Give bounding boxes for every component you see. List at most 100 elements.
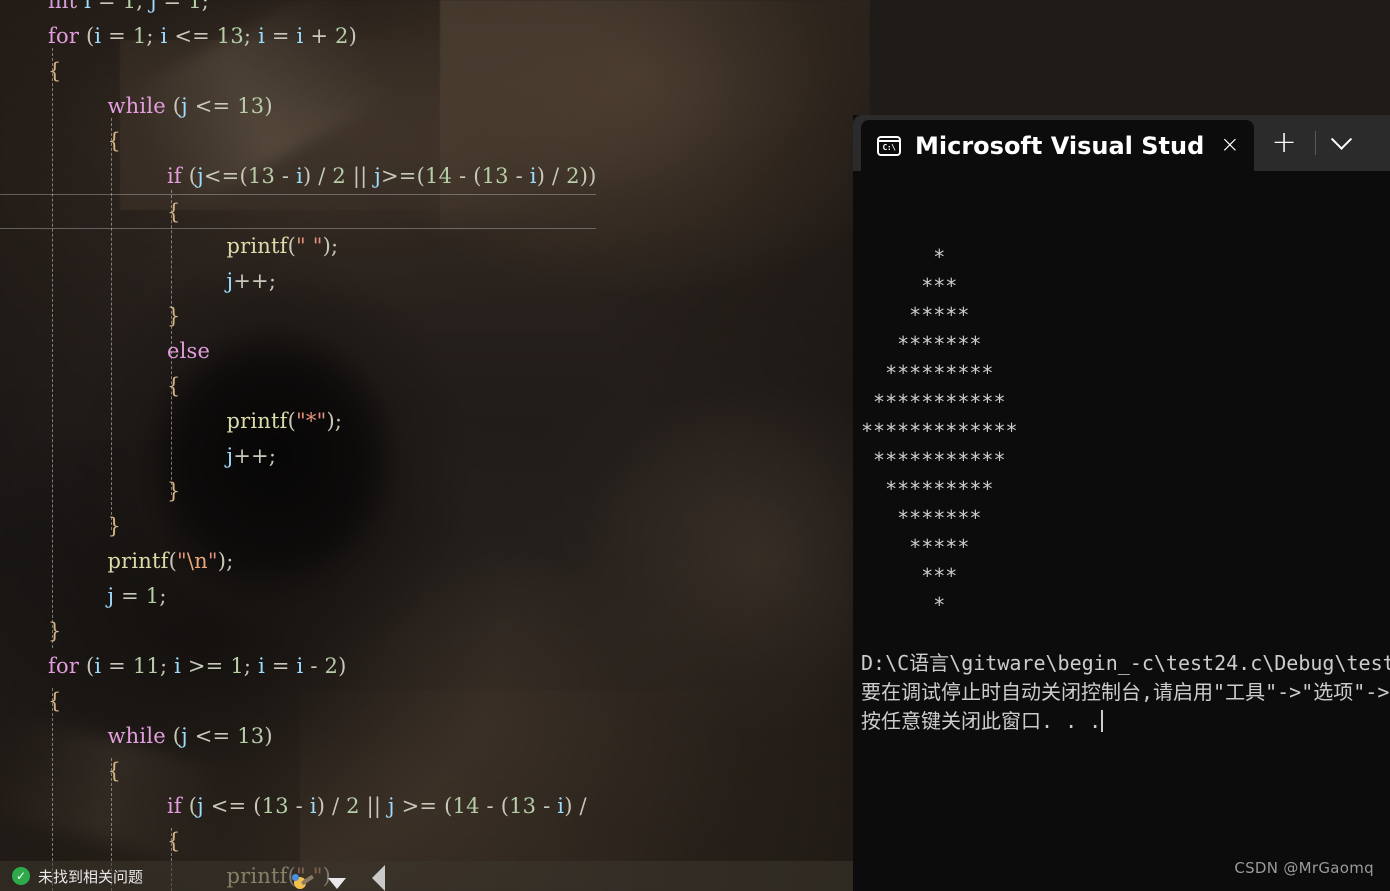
code-token: ++ [233,444,269,468]
code-line[interactable]: } [0,299,596,334]
code-token: + [310,24,336,48]
code-line[interactable]: { [0,684,596,719]
code-token: } [167,304,181,328]
code-token: while [107,94,173,118]
quick-actions-popup[interactable] [284,865,404,891]
code-token: ( [253,794,262,818]
code-token: - [515,164,530,188]
code-token: ) [264,724,273,748]
code-token: ; [159,654,175,678]
code-token: ; [226,549,234,573]
status-message: 未找到相关问题 [38,867,144,886]
code-token: ; [243,24,259,48]
code-token: 1 [230,654,244,678]
code-token: i [296,654,311,678]
code-token: j [197,794,211,818]
terminal-message-line: D:\C语言\gitware\begin_-c\test24.c\Debug\t… [861,651,1390,675]
code-token: i [309,794,317,818]
code-token: ) [217,549,227,573]
code-token: = [163,0,189,13]
code-line[interactable]: j = 1; [0,579,596,614]
terminal-output-line: ******* [861,332,982,356]
code-token: ; [243,654,259,678]
code-line[interactable]: { [0,124,596,159]
code-token: 1 [145,584,160,608]
code-token: 1 [132,24,147,48]
code-token: { [48,689,62,713]
code-token: i [258,24,272,48]
code-token: / [551,164,567,188]
dropdown-caret-icon[interactable] [328,878,346,889]
code-line[interactable]: while (j <= 13) [0,89,596,124]
code-token: printf [226,409,288,433]
code-line[interactable]: { [0,824,596,859]
code-line[interactable]: if (j<=(13 - i) / 2 || j>=(14 - (13 - i)… [0,159,596,194]
code-token: i [296,164,303,188]
code-token: 1 [188,0,202,13]
console-icon-label: C:\ [882,142,896,152]
code-line[interactable]: for (i = 11; i >= 1; i = i - 2) [0,649,596,684]
code-token: - [281,164,297,188]
code-token: { [167,829,181,853]
code-token: >= [187,654,231,678]
terminal-window[interactable]: C:\ Microsoft Visual Stud × + * *** ****… [853,115,1390,891]
code-token: >= [381,164,417,188]
code-token: { [107,759,122,783]
code-token: int [48,0,85,13]
code-token: ( [287,234,297,258]
console-cmd-icon: C:\ [877,135,901,156]
lightbulb-icon[interactable] [292,871,315,889]
code-token: 2 [324,654,339,678]
code-line[interactable]: while (j <= 13) [0,719,596,754]
code-token: { [107,129,122,153]
resize-handle-icon[interactable] [372,865,385,891]
code-token: 2 [566,164,580,188]
code-token: ) [316,794,333,818]
code-text-layer[interactable]: int i = 1, j = 1; for (i = 1; i <= 13; i … [0,0,870,891]
code-line[interactable]: printf(" "); [0,229,596,264]
code-token: >= [401,794,445,818]
code-token: i [94,24,109,48]
code-token: for [48,654,86,678]
code-line[interactable]: j++; [0,439,596,474]
tab-dropdown-button[interactable] [1316,115,1367,171]
code-line[interactable]: printf("\n"); [0,544,596,579]
new-tab-button[interactable]: + [1254,115,1315,171]
terminal-output[interactable]: * *** ***** ******* ********* **********… [853,171,1390,891]
code-line[interactable]: if (j <= (13 - i) / 2 || j >= (14 - (13 … [0,789,596,824]
terminal-tab-strip[interactable]: C:\ Microsoft Visual Stud × + [853,115,1390,171]
code-token: = [108,24,133,48]
terminal-output-line: *** [861,274,958,298]
code-line[interactable]: } [0,614,596,649]
code-token: i [84,0,98,13]
code-token: ( [172,724,182,748]
code-token: - [486,794,501,818]
code-token: " " [296,234,323,258]
code-line[interactable]: j++; [0,264,596,299]
code-line[interactable]: } [0,474,596,509]
code-token: 2 [332,164,353,188]
code-line[interactable]: for (i = 1; i <= 13; i = i + 2) [0,19,596,54]
code-line[interactable]: { [0,194,597,229]
terminal-cursor [1101,710,1104,732]
terminal-tab-active[interactable]: C:\ Microsoft Visual Stud × [861,120,1254,171]
code-token: 13 [481,164,516,188]
terminal-tab-title: Microsoft Visual Stud [915,131,1205,160]
terminal-output-line: *** [861,564,958,588]
code-line[interactable]: int i = 1, j = 1; [0,0,596,19]
code-line[interactable]: printf("*"); [0,404,596,439]
code-token: i [94,654,109,678]
code-token: - [543,794,558,818]
code-token: = [271,654,297,678]
code-token: } [167,479,181,503]
code-line[interactable]: { [0,754,596,789]
terminal-output-line: * [861,245,946,269]
code-token: printf [107,549,169,573]
close-icon[interactable]: × [1220,134,1239,157]
code-token: / [318,164,333,188]
code-line[interactable]: else [0,334,596,369]
code-line[interactable]: { [0,54,596,89]
code-line[interactable]: } [0,509,596,544]
code-token: i [258,654,272,678]
code-line[interactable]: { [0,369,596,404]
